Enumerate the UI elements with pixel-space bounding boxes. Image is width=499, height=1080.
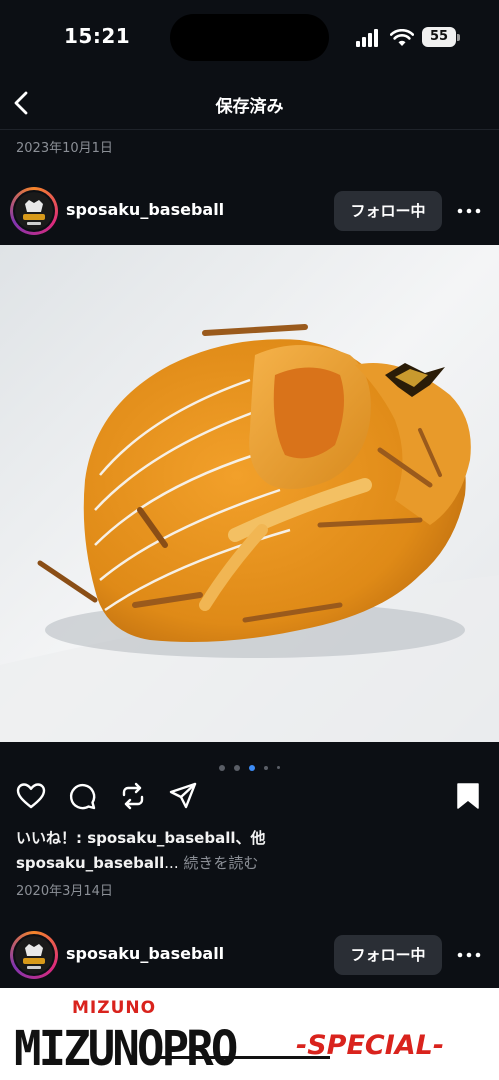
share-icon	[169, 782, 197, 809]
carousel-dot	[233, 764, 240, 771]
carousel-dot	[277, 766, 281, 769]
status-time: 15:21	[64, 24, 131, 48]
battery-level: 55	[429, 29, 449, 44]
battery-icon: 55	[422, 27, 456, 47]
carousel-dot	[264, 765, 269, 770]
section-date: 2023年10月1日	[16, 141, 113, 156]
caption: sposaku_baseball... 続きを読む	[16, 852, 258, 873]
avatar-image	[13, 934, 55, 976]
battery-tip	[457, 34, 460, 41]
comment-icon	[69, 783, 96, 810]
share-button[interactable]	[168, 781, 198, 811]
brand-special-text: -SPECIAL-	[296, 1030, 445, 1061]
team-logo-icon	[15, 936, 53, 974]
post-header: sposaku_baseball フォロー中	[0, 183, 499, 239]
post-image[interactable]: MIZUNO MIZUNOPRO -SPECIAL-	[0, 988, 499, 1080]
more-horizontal-icon	[457, 952, 481, 958]
avatar[interactable]	[10, 931, 58, 979]
read-more-link[interactable]: 続きを読む	[183, 854, 258, 872]
status-bar: 15:21 55	[0, 0, 499, 76]
post-image[interactable]	[0, 245, 499, 742]
comment-button[interactable]	[67, 781, 97, 811]
nav-bar: 保存済み	[0, 76, 499, 130]
brand-big-text: MIZUNOPRO	[14, 1021, 238, 1077]
wifi-icon	[390, 29, 414, 46]
action-bar	[0, 778, 499, 814]
baseball-glove-image	[0, 245, 499, 742]
like-button[interactable]	[16, 781, 46, 811]
status-icons: 55	[356, 26, 466, 50]
more-options-button[interactable]	[454, 197, 484, 225]
carousel-dot	[218, 764, 225, 771]
repost-button[interactable]	[118, 781, 148, 811]
following-button[interactable]: フォロー中	[334, 935, 442, 975]
team-logo-icon	[15, 192, 53, 230]
bookmark-icon	[457, 783, 479, 809]
more-options-button[interactable]	[454, 941, 484, 969]
save-button[interactable]	[453, 781, 483, 811]
cellular-signal-icon	[356, 29, 378, 47]
following-button[interactable]: フォロー中	[334, 191, 442, 231]
carousel-indicator	[0, 757, 499, 771]
avatar-image	[13, 190, 55, 232]
dynamic-island	[170, 14, 329, 61]
post-header: sposaku_baseball フォロー中	[0, 927, 499, 983]
heart-icon	[16, 783, 46, 809]
caption-username[interactable]: sposaku_baseball	[16, 854, 164, 872]
repost-icon	[122, 782, 144, 810]
username[interactable]: sposaku_baseball	[66, 944, 224, 963]
likes-text[interactable]: いいね！: sposaku_baseball、他	[16, 827, 266, 848]
brand-small-text: MIZUNO	[72, 998, 157, 1018]
more-horizontal-icon	[457, 208, 481, 214]
username[interactable]: sposaku_baseball	[66, 200, 224, 219]
page-title: 保存済み	[215, 97, 284, 117]
avatar[interactable]	[10, 187, 58, 235]
post-date: 2020年3月14日	[16, 884, 113, 899]
caption-ellipsis: ...	[164, 854, 179, 872]
carousel-dot-active	[249, 764, 255, 771]
